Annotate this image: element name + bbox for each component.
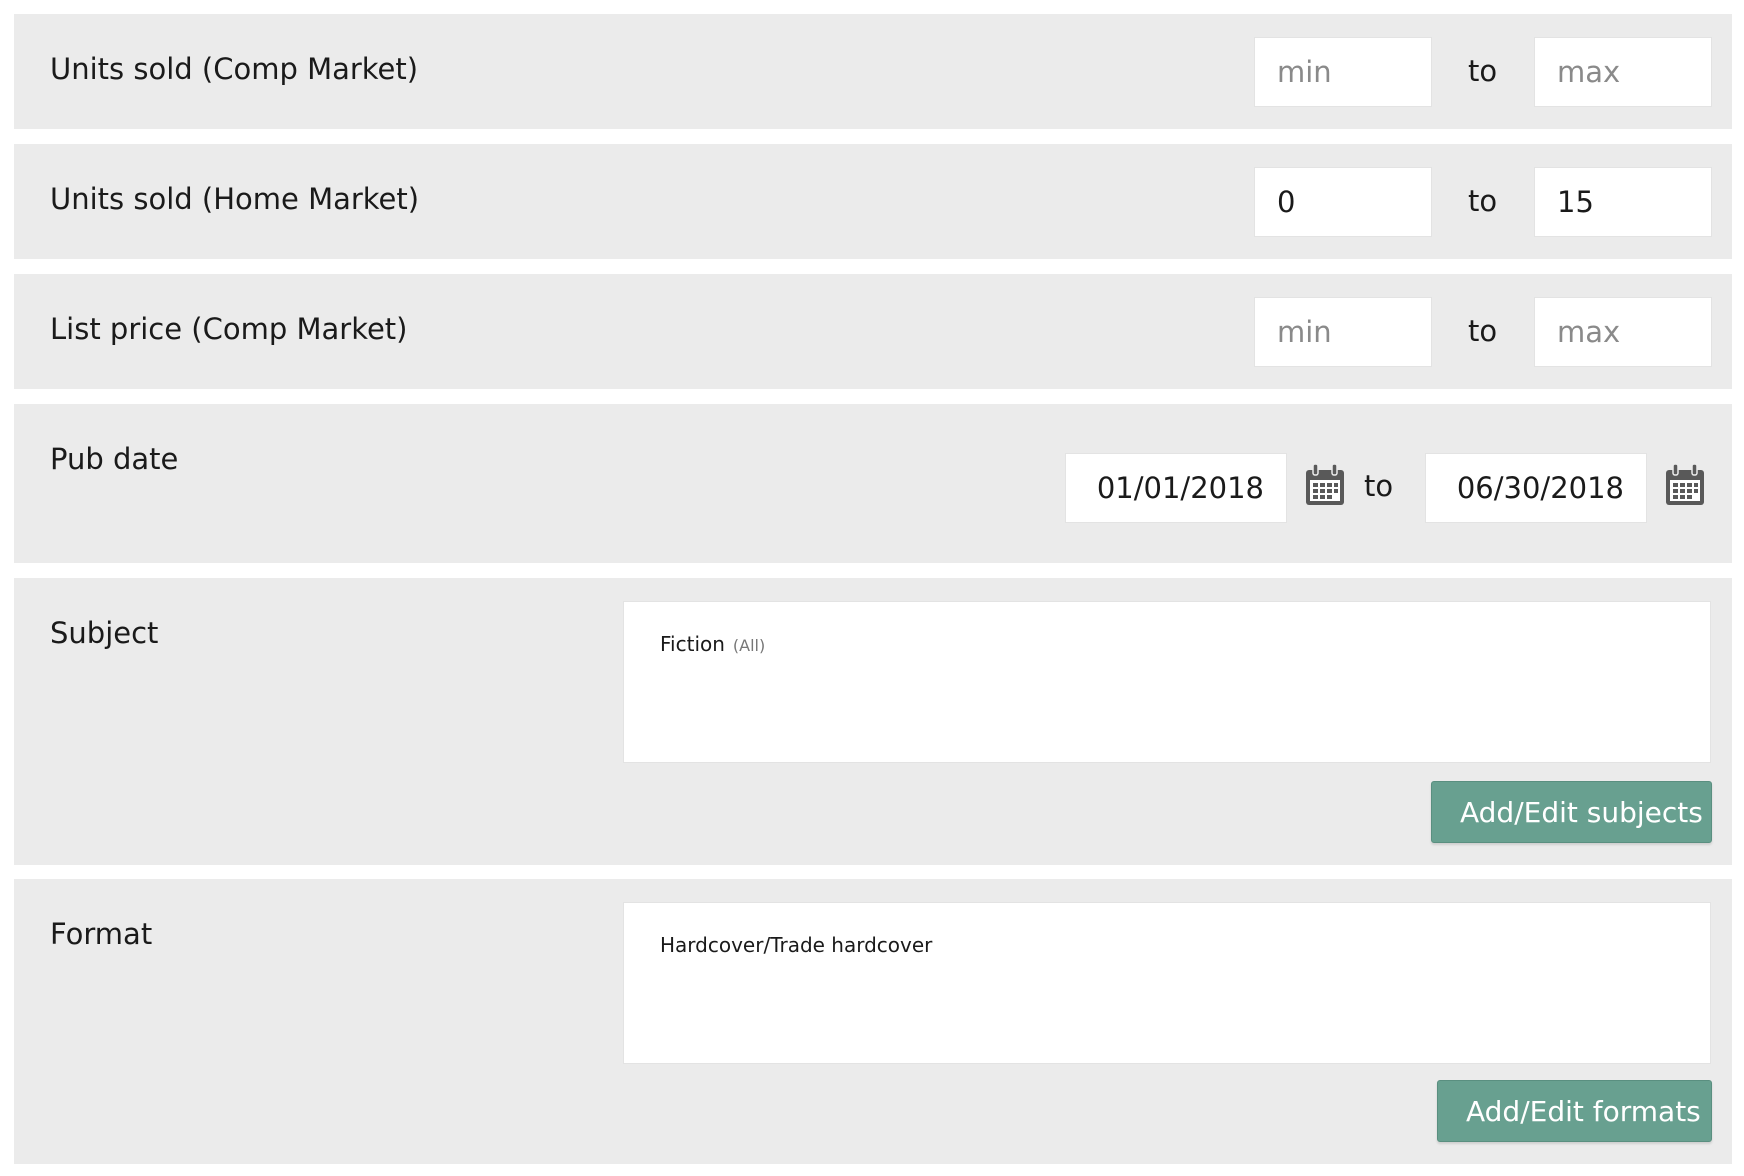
- format-item-name: Hardcover/Trade hardcover: [660, 933, 933, 957]
- units-comp-max-input[interactable]: [1534, 37, 1712, 107]
- units-comp-to-label: to: [1468, 54, 1498, 88]
- format-item: Hardcover/Trade hardcover: [660, 933, 932, 957]
- add-edit-subjects-button[interactable]: Add/Edit subjects: [1431, 781, 1712, 843]
- format-label: Format: [50, 917, 153, 951]
- price-comp-label: List price (Comp Market): [50, 312, 408, 346]
- price-comp-min-input[interactable]: [1254, 297, 1432, 367]
- subject-label: Subject: [50, 616, 159, 650]
- units-home-label: Units sold (Home Market): [50, 182, 420, 216]
- pub-date-filter-row: Pub date to: [14, 404, 1732, 563]
- subject-selection-box[interactable]: Fiction (All): [623, 601, 1711, 763]
- format-selection-box[interactable]: Hardcover/Trade hardcover: [623, 902, 1711, 1064]
- price-comp-to-label: to: [1468, 314, 1498, 348]
- price-comp-max-input[interactable]: [1534, 297, 1712, 367]
- pub-date-start-input[interactable]: [1065, 453, 1287, 523]
- calendar-icon[interactable]: [1305, 464, 1345, 506]
- units-home-to-label: to: [1468, 184, 1498, 218]
- units-home-max-input[interactable]: [1534, 167, 1712, 237]
- pub-date-label: Pub date: [50, 442, 179, 476]
- format-filter-row: Format Hardcover/Trade hardcover Add/Edi…: [14, 879, 1732, 1164]
- units-home-filter-row: Units sold (Home Market) to: [14, 144, 1732, 259]
- subject-item-name: Fiction: [660, 632, 725, 656]
- pub-date-end-input[interactable]: [1425, 453, 1647, 523]
- subject-item-qualifier: (All): [732, 636, 766, 655]
- units-comp-filter-row: Units sold (Comp Market) to: [14, 14, 1732, 129]
- subject-filter-row: Subject Fiction (All) Add/Edit subjects: [14, 578, 1732, 865]
- calendar-icon[interactable]: [1665, 464, 1705, 506]
- units-comp-min-input[interactable]: [1254, 37, 1432, 107]
- pub-date-to-label: to: [1364, 469, 1394, 503]
- units-comp-label: Units sold (Comp Market): [50, 52, 419, 86]
- subject-item: Fiction (All): [660, 632, 765, 656]
- units-home-min-input[interactable]: [1254, 167, 1432, 237]
- price-comp-filter-row: List price (Comp Market) to: [14, 274, 1732, 389]
- add-edit-formats-button[interactable]: Add/Edit formats: [1437, 1080, 1712, 1142]
